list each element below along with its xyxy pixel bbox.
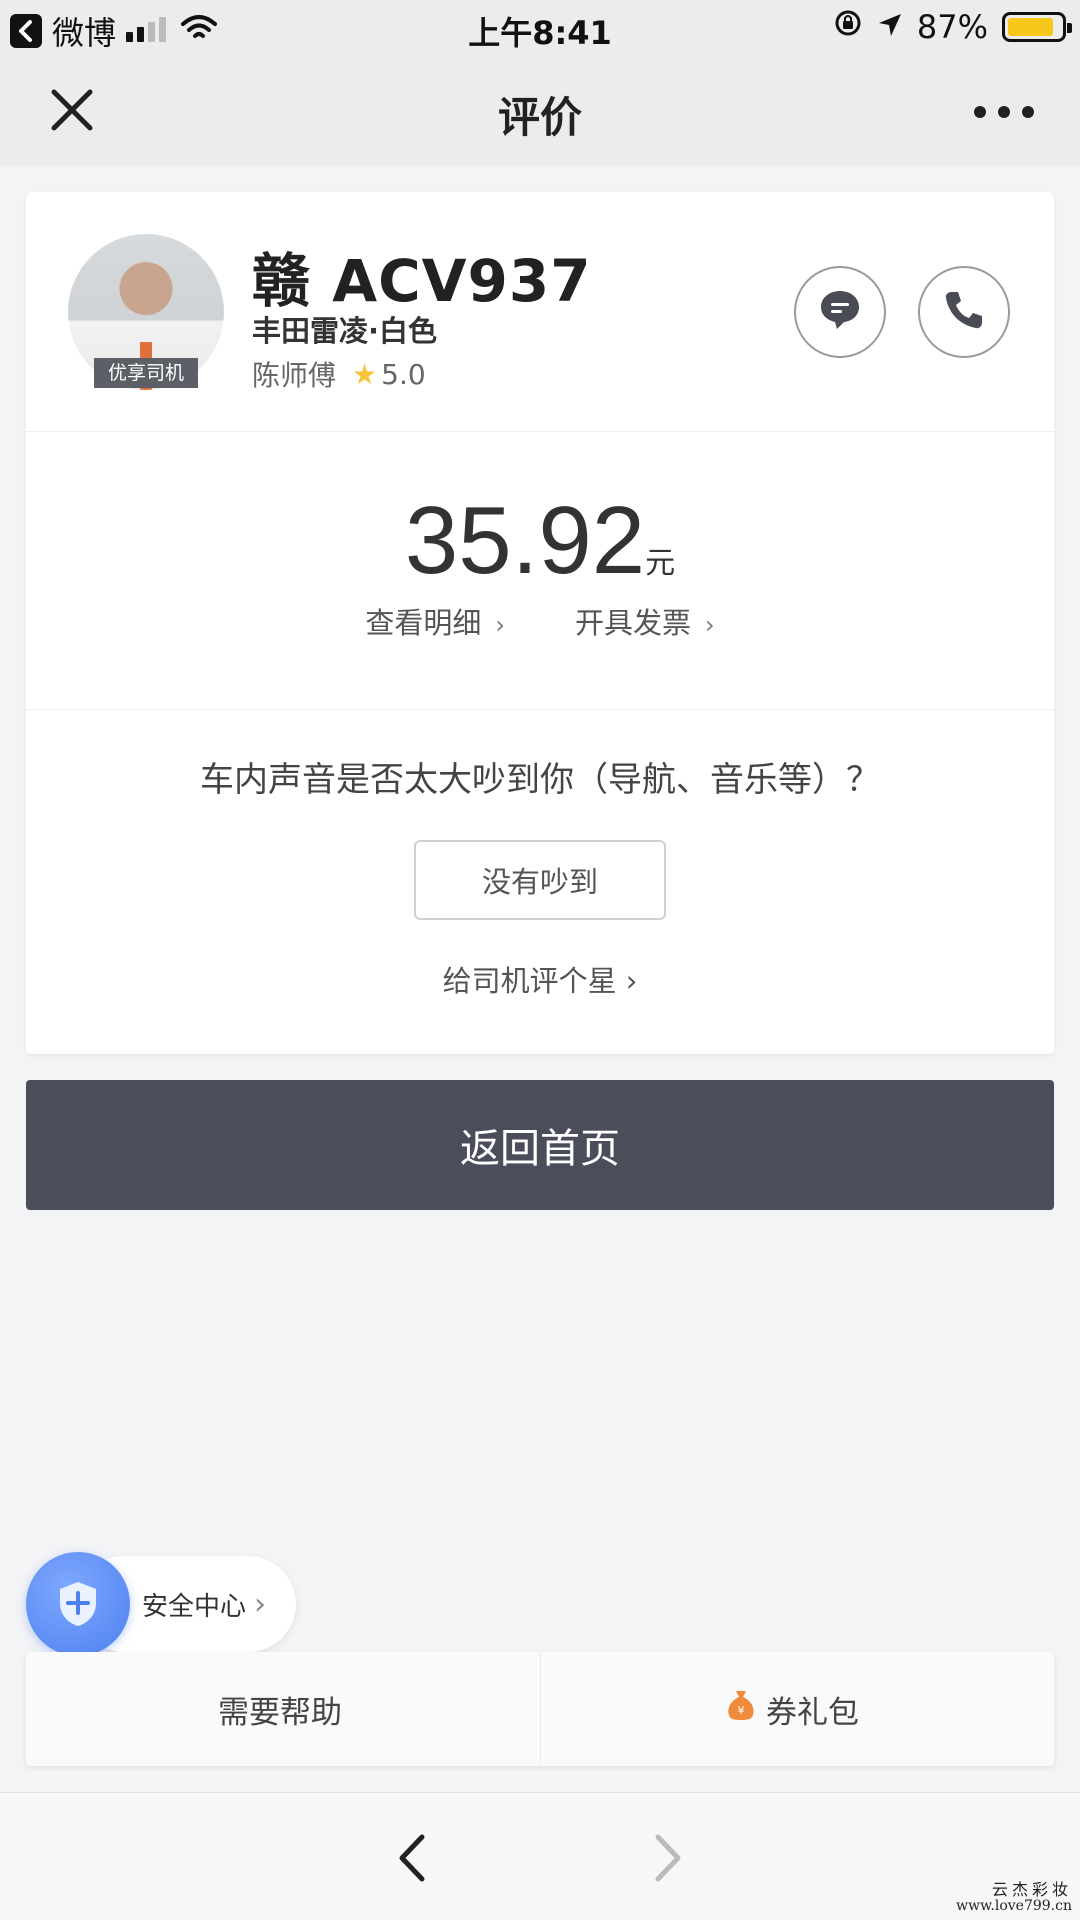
message-driver-button[interactable] xyxy=(794,266,886,358)
fare-amount: 35.92 xyxy=(404,487,646,594)
driver-name: 陈师傅 xyxy=(252,359,337,392)
car-model: 丰田雷凌·白色 xyxy=(252,314,438,348)
back-arrow-icon[interactable] xyxy=(392,1833,432,1883)
need-help-label: 需要帮助 xyxy=(218,1694,342,1731)
status-right: 87% xyxy=(833,8,1072,46)
call-driver-button[interactable] xyxy=(918,266,1010,358)
fare-amount-wrap: 35.92元 xyxy=(26,486,1054,596)
fare-unit: 元 xyxy=(645,546,676,581)
divider xyxy=(540,1652,541,1766)
watermark-title: 云杰彩妆 xyxy=(991,1880,1072,1899)
fare-section: 35.92元 查看明细 › 开具发票 › xyxy=(26,432,1054,710)
location-arrow-icon xyxy=(877,8,903,46)
forward-arrow-icon[interactable] xyxy=(648,1833,688,1883)
star-icon: ★ xyxy=(352,357,378,391)
issue-invoice-link[interactable]: 开具发票 › xyxy=(575,600,715,642)
license-plate: 赣 ACV937 xyxy=(252,247,592,315)
phone-icon xyxy=(942,288,986,336)
battery-percent: 87% xyxy=(916,8,988,46)
status-bar: 微博 上午8:41 87% xyxy=(0,0,1080,54)
chat-bubble-icon xyxy=(817,287,863,337)
battery-fill xyxy=(1008,18,1054,36)
survey-question: 车内声音是否太大吵到你（导航、音乐等）？ xyxy=(200,760,880,800)
page-title: 评价 xyxy=(497,93,582,142)
chevron-right-icon: › xyxy=(705,611,715,639)
driver-badge: 优享司机 xyxy=(94,358,198,388)
bottom-actions: 需要帮助 ¥ 券礼包 xyxy=(26,1652,1054,1766)
more-options-icon[interactable] xyxy=(974,106,1034,118)
chevron-right-icon: › xyxy=(495,611,505,639)
chevron-right-icon: › xyxy=(254,1586,267,1622)
issue-invoice-label: 开具发票 xyxy=(575,606,692,640)
watermark-url: www.love799.cn xyxy=(956,1898,1072,1914)
shield-icon[interactable] xyxy=(26,1552,130,1656)
need-help-button[interactable]: 需要帮助 xyxy=(218,1652,342,1766)
safety-center-label: 安全中心 xyxy=(142,1591,247,1622)
watermark: 云杰彩妆 www.love799.cn xyxy=(956,1880,1072,1915)
survey-section: 车内声音是否太大吵到你（导航、音乐等）？ 没有吵到 给司机评个星 › xyxy=(26,710,1054,1054)
safety-center[interactable]: 安全中心 › xyxy=(26,1552,296,1656)
not-disturbed-button[interactable]: 没有吵到 xyxy=(414,840,666,920)
battery-icon xyxy=(1002,12,1072,42)
money-bag-icon: ¥ xyxy=(726,1689,756,1729)
order-card: 优享司机 赣 ACV937 丰田雷凌·白色 陈师傅 ★ 5.0 35.92元 查… xyxy=(26,192,1054,1054)
return-home-button[interactable]: 返回首页 xyxy=(26,1080,1054,1210)
svg-text:¥: ¥ xyxy=(738,1704,745,1717)
coupon-pack-button[interactable]: ¥ 券礼包 xyxy=(726,1652,859,1766)
view-details-link[interactable]: 查看明细 › xyxy=(365,600,505,642)
rate-driver-link[interactable]: 给司机评个星 › xyxy=(26,958,1054,1000)
rating-value: 5.0 xyxy=(381,357,426,391)
browser-toolbar: 云杰彩妆 www.love799.cn xyxy=(0,1792,1080,1920)
driver-rating: ★ 5.0 xyxy=(352,358,426,391)
view-details-label: 查看明细 xyxy=(365,606,482,640)
driver-line: 陈师傅 ★ 5.0 xyxy=(252,354,426,394)
orientation-lock-icon xyxy=(833,8,863,46)
nav-bar: 评价 xyxy=(0,54,1080,166)
coupon-pack-label: 券礼包 xyxy=(766,1694,859,1731)
driver-section: 优享司机 赣 ACV937 丰田雷凌·白色 陈师傅 ★ 5.0 xyxy=(26,192,1054,432)
fare-links: 查看明细 › 开具发票 › xyxy=(26,600,1054,642)
